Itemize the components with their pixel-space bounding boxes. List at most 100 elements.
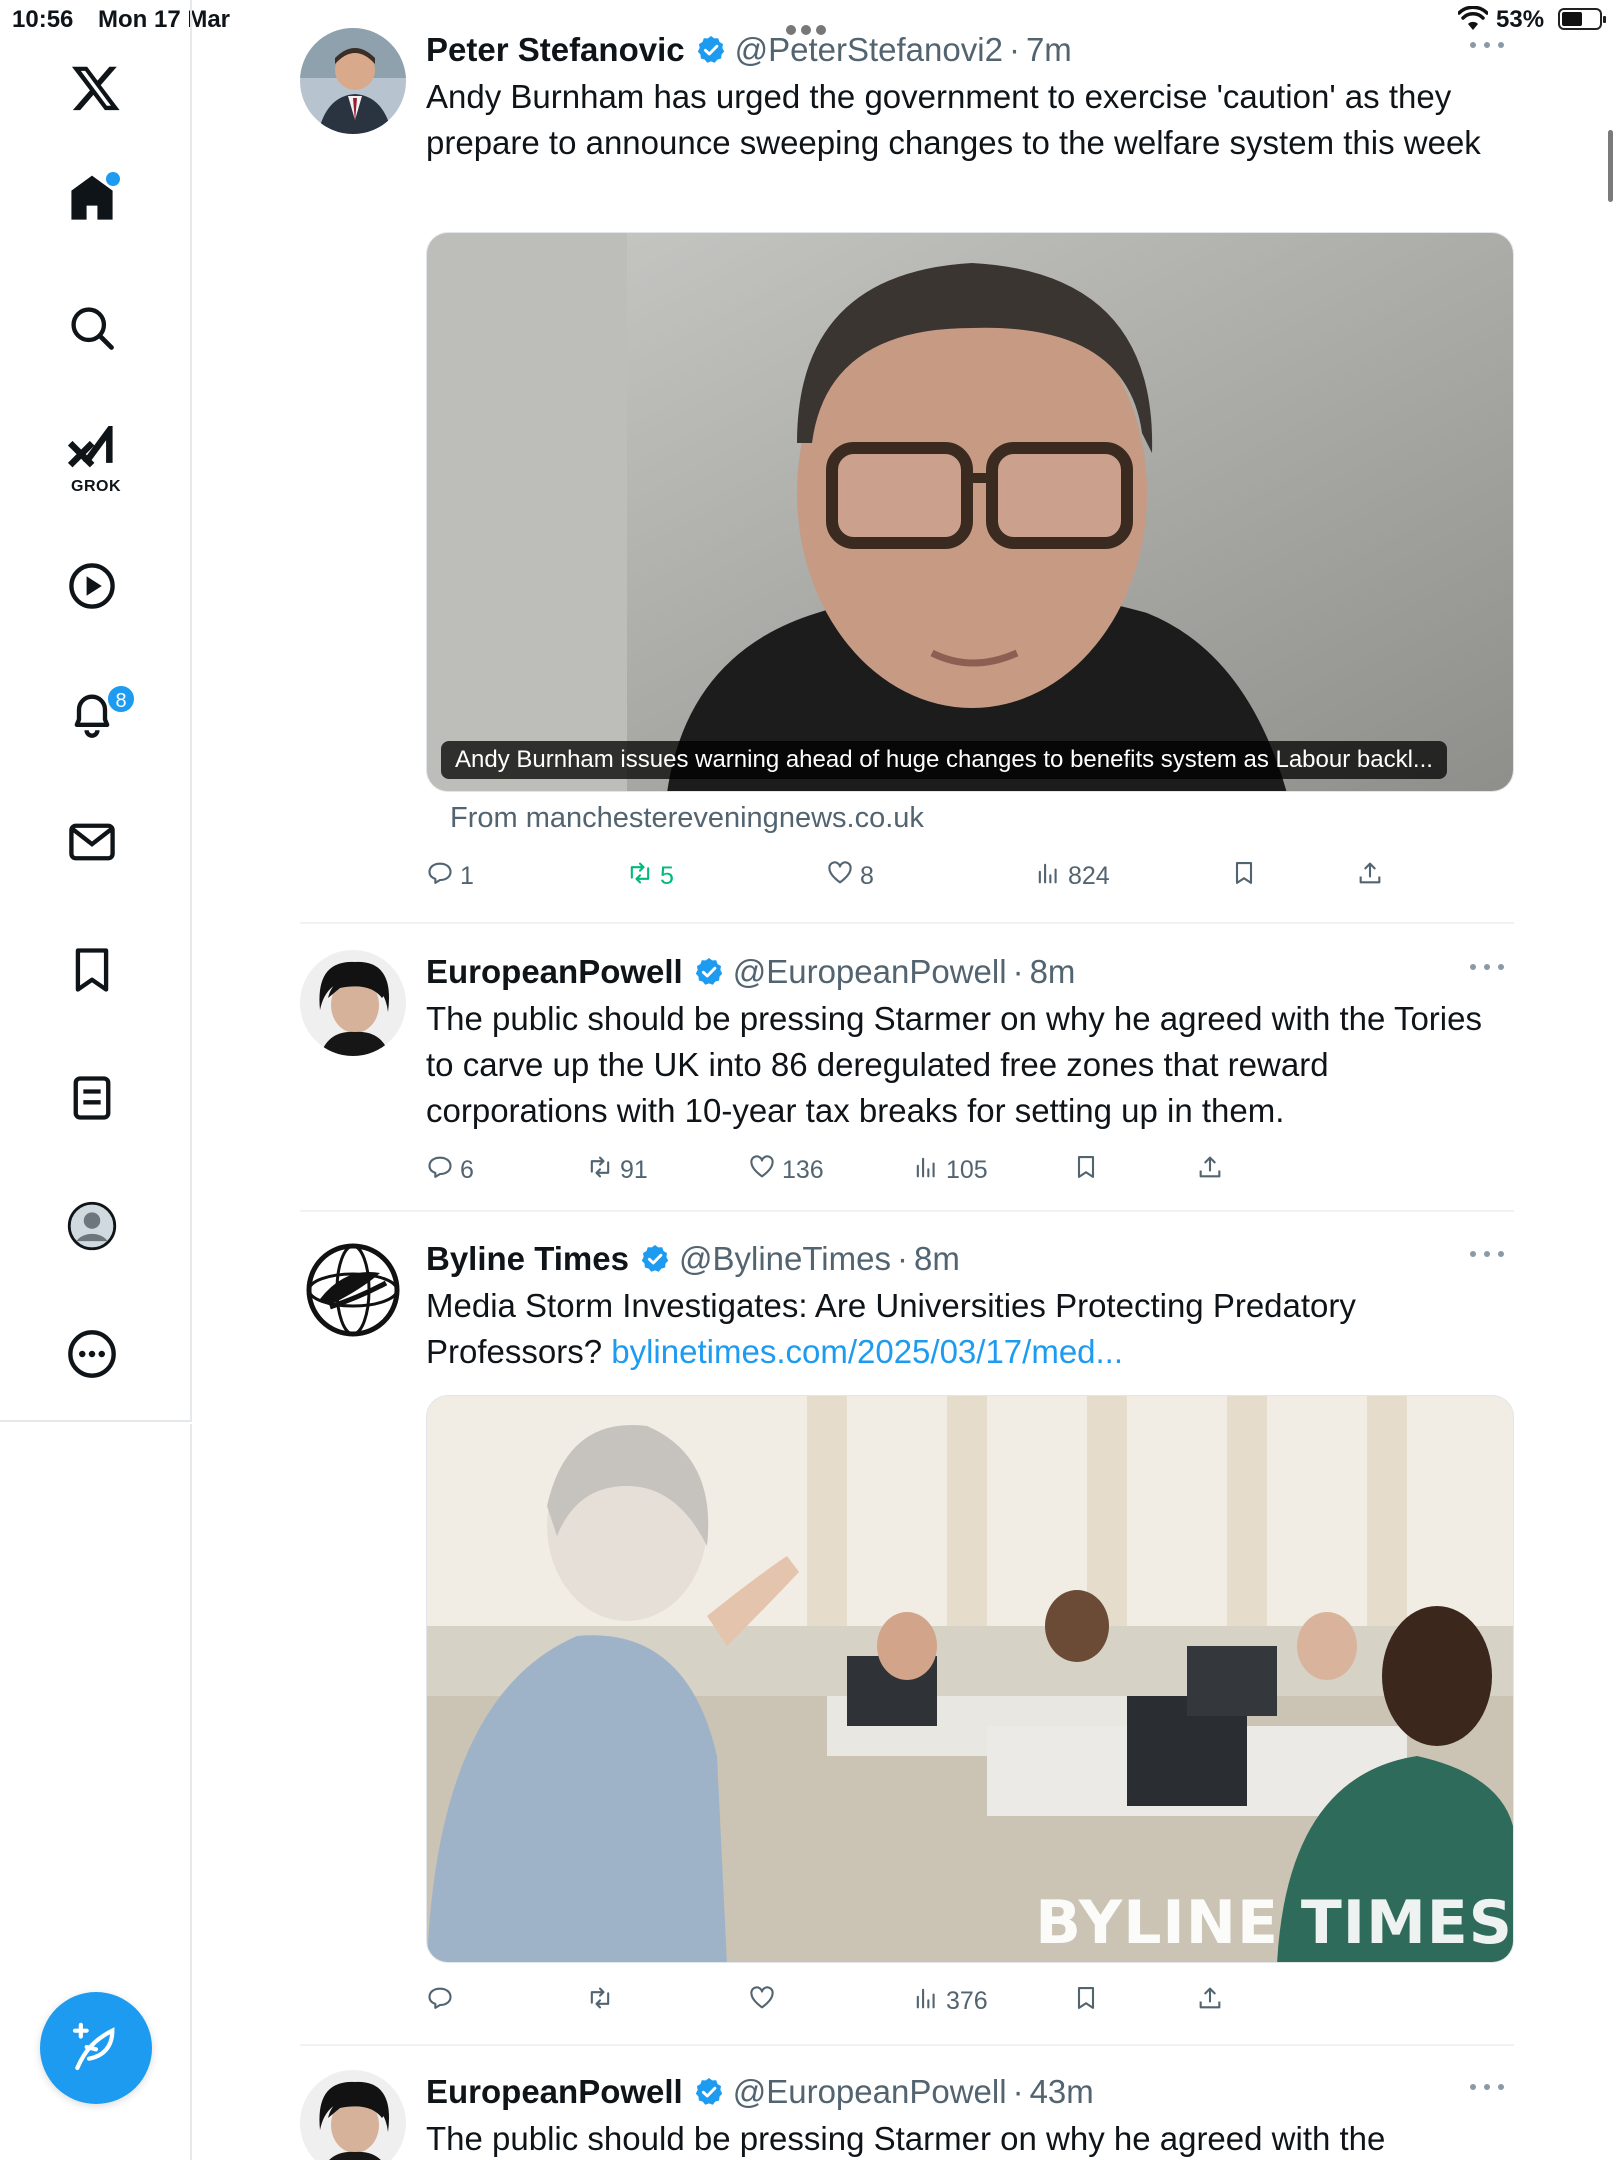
reply-button[interactable]: 1 <box>426 856 474 896</box>
sidebar-item-explore[interactable] <box>42 290 142 370</box>
tweet[interactable]: Byline Times @BylineTimes · 8m Media Sto… <box>300 1237 1514 2017</box>
tweet[interactable]: EuropeanPowell @EuropeanPowell · 43m The… <box>300 2070 1514 2160</box>
separator-dot: · <box>1012 2073 1024 2110</box>
retweet-button[interactable] <box>586 1981 620 2021</box>
bookmark-button[interactable] <box>1230 856 1264 896</box>
sidebar-item-more[interactable] <box>42 1316 142 1396</box>
link-card-title: Andy Burnham issues warning ahead of hug… <box>441 741 1447 779</box>
profile-icon <box>66 1200 118 1257</box>
reply-icon <box>426 1984 460 2019</box>
tweet-text: The public should be pressing Starmer on… <box>426 2120 1386 2157</box>
sidebar-item-bookmarks[interactable] <box>42 932 142 1012</box>
verified-badge-icon <box>693 956 725 988</box>
views-count: 376 <box>946 1986 988 2015</box>
tweet-more-button[interactable] <box>1470 964 1504 974</box>
author-handle[interactable]: @PeterStefanovi2 <box>735 31 1003 69</box>
heart-icon <box>748 1984 782 2019</box>
list-icon <box>66 1072 118 1129</box>
reply-count: 1 <box>460 861 474 890</box>
tweet-more-button[interactable] <box>1470 42 1504 52</box>
views-button[interactable]: 376 <box>912 1981 988 2021</box>
retweet-icon <box>586 1984 620 2019</box>
tweet-text: Media Storm Investigates: Are Universiti… <box>426 1283 1506 1375</box>
share-icon <box>1196 1984 1230 2019</box>
notification-count-badge: 8 <box>106 684 136 714</box>
grok-label: GROK <box>71 478 121 495</box>
tweet-actions: 1 5 8 824 <box>426 856 1426 896</box>
compose-feather-icon <box>68 2019 124 2078</box>
bookmark-icon <box>1072 1153 1106 1188</box>
sidebar-item-videos[interactable] <box>42 548 142 628</box>
share-button[interactable] <box>1196 1981 1230 2021</box>
views-chart-icon <box>912 1984 946 2019</box>
link-card-image[interactable]: Andy Burnham issues warning ahead of hug… <box>426 232 1514 792</box>
avatar[interactable] <box>300 28 406 134</box>
verified-badge-icon <box>639 1243 671 1275</box>
share-icon <box>1196 1153 1230 1188</box>
avatar[interactable] <box>300 950 406 1056</box>
grok-icon <box>66 419 118 483</box>
sidebar-item-messages[interactable] <box>42 804 142 884</box>
retweet-count: 5 <box>660 861 674 890</box>
retweet-button[interactable]: 5 <box>626 856 674 896</box>
sidebar-item-profile[interactable] <box>42 1188 142 1268</box>
sidebar-item-home[interactable] <box>42 160 142 240</box>
views-count: 824 <box>1068 861 1110 890</box>
author-name[interactable]: EuropeanPowell <box>426 953 683 991</box>
tweet-more-button[interactable] <box>1470 2084 1504 2094</box>
views-button[interactable]: 105 <box>912 1150 988 1190</box>
tweet-text: Andy Burnham has urged the government to… <box>426 78 1481 161</box>
author-handle[interactable]: @BylineTimes <box>679 1240 891 1278</box>
tweet-image[interactable]: BYLINE TIMES <box>426 1395 1514 1963</box>
tweet-time[interactable]: 8m <box>914 1240 960 1278</box>
tweet[interactable]: EuropeanPowell @EuropeanPowell · 8m The … <box>300 950 1514 1190</box>
verified-badge-icon <box>693 2076 725 2108</box>
author-name[interactable]: EuropeanPowell <box>426 2073 683 2111</box>
mail-icon <box>66 816 118 873</box>
tweet-header: EuropeanPowell @EuropeanPowell · 8m <box>426 950 1075 994</box>
tweet-time[interactable]: 43m <box>1030 2073 1094 2111</box>
reply-icon <box>426 1153 460 1188</box>
tweet-text: The public should be pressing Starmer on… <box>426 1000 1482 1129</box>
bookmark-button[interactable] <box>1072 1981 1106 2021</box>
views-chart-icon <box>912 1153 946 1188</box>
tweet-link[interactable]: bylinetimes.com/2025/03/17/med... <box>611 1333 1123 1370</box>
multitasking-grabber[interactable] <box>786 14 836 35</box>
tweet-time[interactable]: 7m <box>1026 31 1072 69</box>
reply-button[interactable]: 6 <box>426 1150 474 1190</box>
retweet-button[interactable]: 91 <box>586 1150 648 1190</box>
tweet[interactable]: Peter Stefanovic @PeterStefanovi2 · 7m A… <box>300 28 1514 908</box>
tweet-more-button[interactable] <box>1470 1251 1504 1261</box>
x-logo-icon[interactable] <box>70 62 122 114</box>
like-button[interactable] <box>748 1981 782 2021</box>
like-button[interactable]: 136 <box>748 1150 824 1190</box>
reply-button[interactable] <box>426 1981 460 2021</box>
views-button[interactable]: 824 <box>1034 856 1110 896</box>
avatar[interactable] <box>300 2070 406 2160</box>
author-name[interactable]: Byline Times <box>426 1240 629 1278</box>
retweet-icon <box>626 859 660 894</box>
views-chart-icon <box>1034 859 1068 894</box>
share-button[interactable] <box>1196 1150 1230 1190</box>
author-handle[interactable]: @EuropeanPowell <box>733 953 1007 991</box>
sidebar: GROK 8 <box>0 0 192 1422</box>
news-photo-portrait <box>427 233 1513 791</box>
tweet-time[interactable]: 8m <box>1030 953 1076 991</box>
author-name[interactable]: Peter Stefanovic <box>426 31 685 69</box>
feed-scrollbar[interactable] <box>1608 130 1613 202</box>
like-button[interactable]: 8 <box>826 856 874 896</box>
tweet-header: Peter Stefanovic @PeterStefanovi2 · 7m <box>426 28 1072 72</box>
separator-dot: · <box>1008 31 1020 68</box>
sidebar-item-lists[interactable] <box>42 1060 142 1140</box>
author-handle[interactable]: @EuropeanPowell <box>733 2073 1007 2111</box>
bookmark-icon <box>1230 859 1264 894</box>
tweet-header: EuropeanPowell @EuropeanPowell · 43m <box>426 2070 1094 2114</box>
link-card-source[interactable]: From manchestereveningnews.co.uk <box>450 802 924 835</box>
tweet-divider <box>300 2044 1514 2046</box>
bookmark-icon <box>66 944 118 1001</box>
tweet-header: Byline Times @BylineTimes · 8m <box>426 1237 960 1281</box>
avatar[interactable] <box>300 1237 406 1343</box>
compose-button[interactable] <box>40 1992 152 2104</box>
bookmark-button[interactable] <box>1072 1150 1106 1190</box>
share-button[interactable] <box>1356 856 1390 896</box>
